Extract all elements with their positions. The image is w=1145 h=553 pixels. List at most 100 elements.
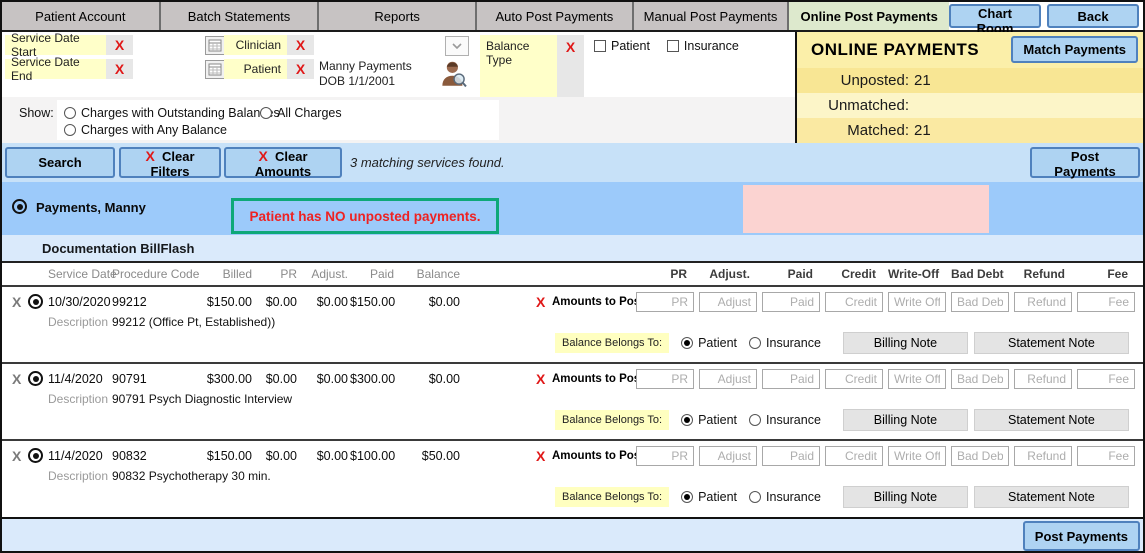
- statement-note-button[interactable]: Statement Note: [974, 486, 1129, 508]
- radio-icon[interactable]: [260, 107, 272, 119]
- tab-manual-post-payments[interactable]: Manual Post Payments: [634, 2, 790, 30]
- fee-input[interactable]: [1077, 369, 1135, 389]
- search-button[interactable]: Search: [5, 147, 115, 178]
- paid-input[interactable]: [762, 292, 820, 312]
- description-text: 90832 Psychotherapy 30 min.: [112, 469, 271, 483]
- baddebt-input[interactable]: [951, 292, 1009, 312]
- clear-row-amounts-icon[interactable]: X: [536, 449, 545, 463]
- billing-note-button[interactable]: Billing Note: [843, 409, 968, 431]
- adjust-value: $0.00: [300, 372, 348, 386]
- pr-input[interactable]: [636, 446, 694, 466]
- patient-label: Patient: [224, 59, 287, 79]
- billed-value: $150.00: [187, 295, 252, 309]
- balance-belongs-insurance-radio[interactable]: [749, 337, 761, 349]
- clear-x-icon[interactable]: X: [115, 38, 124, 52]
- refund-input[interactable]: [1014, 446, 1072, 466]
- credit-input[interactable]: [825, 292, 883, 312]
- paid-input[interactable]: [762, 369, 820, 389]
- billing-note-button[interactable]: Billing Note: [843, 486, 968, 508]
- patient-search-icon[interactable]: [440, 59, 467, 93]
- remove-row-icon[interactable]: X: [12, 372, 21, 386]
- balance-belongs-line: Balance Belongs To: Patient Insurance Bi…: [555, 331, 1129, 354]
- balance-belongs-insurance-radio[interactable]: [749, 414, 761, 426]
- clear-x-icon: X: [258, 148, 267, 164]
- clear-x-icon[interactable]: X: [115, 62, 124, 76]
- calendar-icon[interactable]: [205, 36, 225, 55]
- balance-belongs-patient-radio[interactable]: [681, 337, 693, 349]
- credit-input[interactable]: [825, 446, 883, 466]
- service-date-end-clear[interactable]: X: [106, 59, 133, 79]
- tab-online-post-payments[interactable]: Online Post Payments: [789, 2, 949, 30]
- credit-input[interactable]: [825, 369, 883, 389]
- tab-auto-post-payments[interactable]: Auto Post Payments: [477, 2, 634, 30]
- statement-note-button[interactable]: Statement Note: [974, 332, 1129, 354]
- balance-type-clear[interactable]: X: [557, 35, 584, 97]
- amount-columns-header: PR Adjust. Paid Credit Write-Off Bad Deb…: [636, 267, 1135, 281]
- adjust-input[interactable]: [699, 446, 757, 466]
- clear-x-icon[interactable]: X: [296, 62, 305, 76]
- paid-input[interactable]: [762, 446, 820, 466]
- chart-room-button[interactable]: Chart Room: [949, 4, 1041, 28]
- show-option-all-charges[interactable]: All Charges: [260, 106, 342, 120]
- baddebt-input[interactable]: [951, 369, 1009, 389]
- clinician-dropdown[interactable]: [445, 36, 469, 56]
- remove-row-icon[interactable]: X: [12, 295, 21, 309]
- patient-clear[interactable]: X: [287, 59, 314, 79]
- balance-belongs-patient-radio[interactable]: [681, 491, 693, 503]
- col-post-pr: PR: [636, 267, 694, 281]
- adjust-input[interactable]: [699, 292, 757, 312]
- clear-row-amounts-icon[interactable]: X: [536, 372, 545, 386]
- selected-patient-info: Manny Payments DOB 1/1/2001: [319, 59, 412, 89]
- refund-input[interactable]: [1014, 292, 1072, 312]
- radio-icon[interactable]: [64, 107, 76, 119]
- balance-type-patient-checkbox[interactable]: [594, 40, 606, 52]
- show-option-any-balance[interactable]: Charges with Any Balance: [64, 123, 227, 137]
- clear-filters-button[interactable]: X Clear Filters: [119, 147, 221, 178]
- service-date-start-clear[interactable]: X: [106, 35, 133, 55]
- show-options-box: Charges with Outstanding Balances All Ch…: [57, 100, 499, 140]
- writeoff-input[interactable]: [888, 369, 946, 389]
- balance-type-options: Patient Insurance: [594, 39, 739, 53]
- clinician-label: Clinician: [224, 35, 287, 55]
- pr-input[interactable]: [636, 292, 694, 312]
- tab-reports[interactable]: Reports: [319, 2, 477, 30]
- writeoff-input[interactable]: [888, 292, 946, 312]
- billing-note-button[interactable]: Billing Note: [843, 332, 968, 354]
- eye-icon[interactable]: [12, 199, 27, 214]
- back-button[interactable]: Back: [1047, 4, 1139, 28]
- clear-row-amounts-icon[interactable]: X: [536, 295, 545, 309]
- tab-label: Batch Statements: [188, 9, 291, 24]
- eye-icon[interactable]: [28, 448, 43, 463]
- adjust-input[interactable]: [699, 369, 757, 389]
- procedure-code-value: 90791: [112, 372, 147, 386]
- pr-input[interactable]: [636, 369, 694, 389]
- balance-belongs-insurance-label: Insurance: [766, 336, 821, 350]
- match-payments-button[interactable]: Match Payments: [1011, 36, 1138, 63]
- radio-icon[interactable]: [64, 124, 76, 136]
- writeoff-input[interactable]: [888, 446, 946, 466]
- clear-x-icon[interactable]: X: [296, 38, 305, 52]
- tab-patient-account[interactable]: Patient Account: [2, 2, 161, 30]
- baddebt-input[interactable]: [951, 446, 1009, 466]
- clear-x-icon[interactable]: X: [566, 40, 575, 54]
- statement-note-button[interactable]: Statement Note: [974, 409, 1129, 431]
- fee-input[interactable]: [1077, 446, 1135, 466]
- balance-belongs-patient-radio[interactable]: [681, 414, 693, 426]
- balance-belongs-insurance-radio[interactable]: [749, 491, 761, 503]
- remove-row-icon[interactable]: X: [12, 449, 21, 463]
- eye-icon[interactable]: [28, 294, 43, 309]
- description-label: Description: [48, 392, 108, 406]
- show-option-outstanding[interactable]: Charges with Outstanding Balances: [64, 106, 280, 120]
- unposted-value: 21: [914, 72, 931, 89]
- tab-batch-statements[interactable]: Batch Statements: [161, 2, 320, 30]
- eye-icon[interactable]: [28, 371, 43, 386]
- calendar-icon[interactable]: [205, 60, 225, 79]
- clinician-clear[interactable]: X: [287, 35, 314, 55]
- refund-input[interactable]: [1014, 369, 1072, 389]
- post-payments-button-bottom[interactable]: Post Payments: [1023, 521, 1140, 551]
- fee-input[interactable]: [1077, 292, 1135, 312]
- clear-amounts-button[interactable]: X Clear Amounts: [224, 147, 342, 178]
- balance-belongs-patient-label: Patient: [698, 336, 737, 350]
- post-payments-button-top[interactable]: Post Payments: [1030, 147, 1140, 178]
- balance-type-insurance-checkbox[interactable]: [667, 40, 679, 52]
